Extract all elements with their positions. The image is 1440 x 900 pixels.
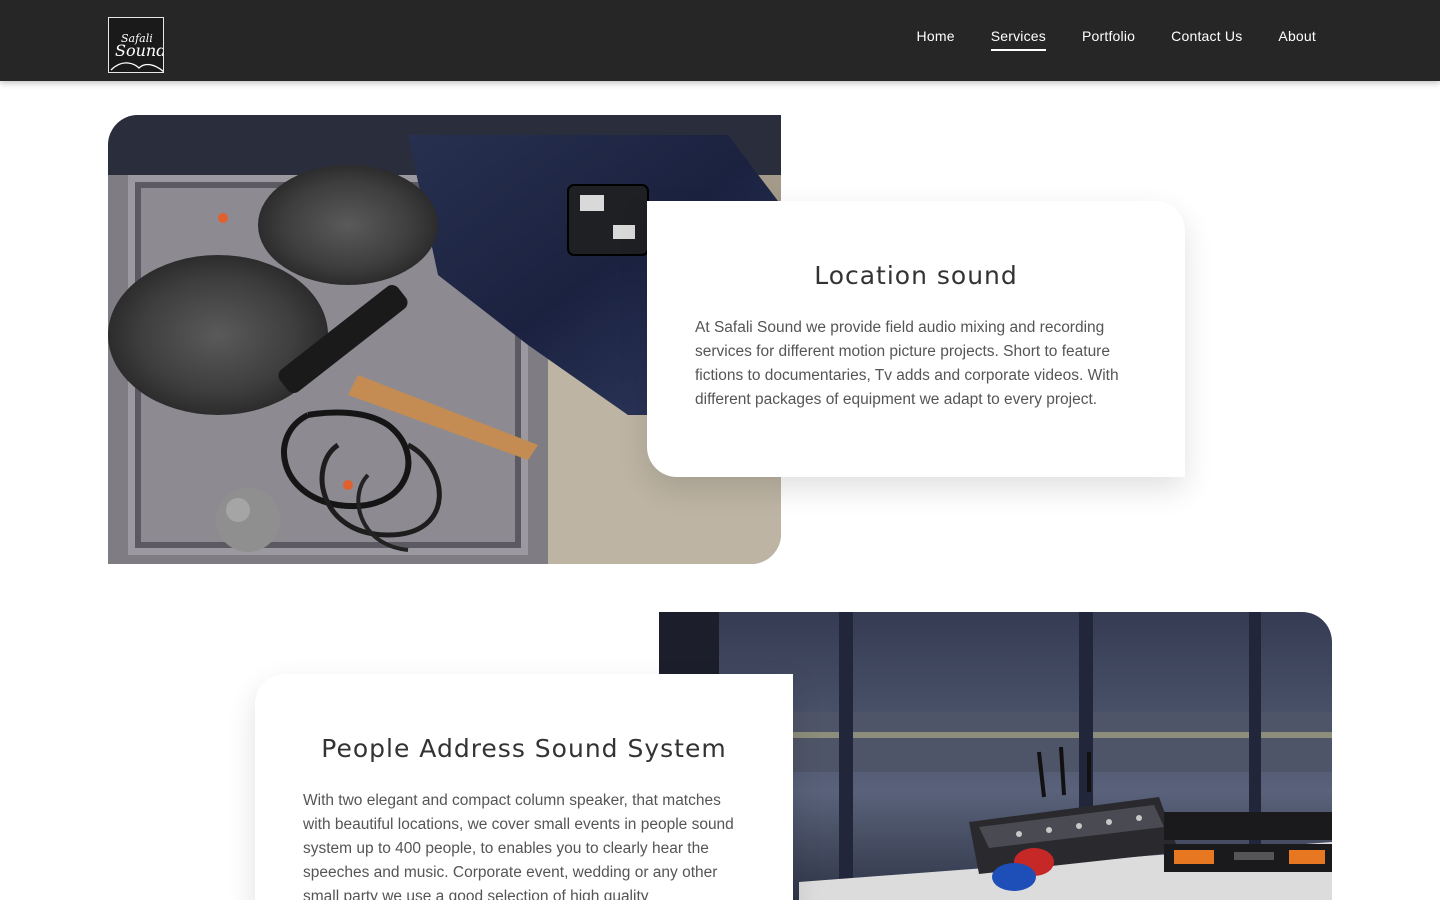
service-title: Location sound — [814, 261, 1018, 290]
nav-contact-link[interactable]: Contact Us — [1171, 27, 1242, 51]
nav-about-link[interactable]: About — [1278, 27, 1316, 51]
nav-portfolio-link[interactable]: Portfolio — [1082, 27, 1135, 51]
service-card-pa-system: People Address Sound System With two ele… — [255, 674, 793, 900]
service-card-location-sound: Location sound At Safali Sound we provid… — [647, 201, 1185, 477]
svg-text:Sound: Sound — [115, 41, 164, 60]
service-description: With two elegant and compact column spea… — [303, 792, 734, 900]
site-header: Safali Sound Home Services Portfolio Con… — [0, 0, 1440, 81]
nav-services-link[interactable]: Services — [990, 27, 1046, 51]
service-title: People Address Sound System — [321, 734, 727, 763]
nav-home-link[interactable]: Home — [917, 27, 955, 51]
service-description: At Safali Sound we provide field audio m… — [695, 319, 1119, 408]
safali-sound-logo[interactable]: Safali Sound — [108, 17, 164, 73]
main-nav: Home Services Portfolio Contact Us About — [917, 27, 1316, 51]
